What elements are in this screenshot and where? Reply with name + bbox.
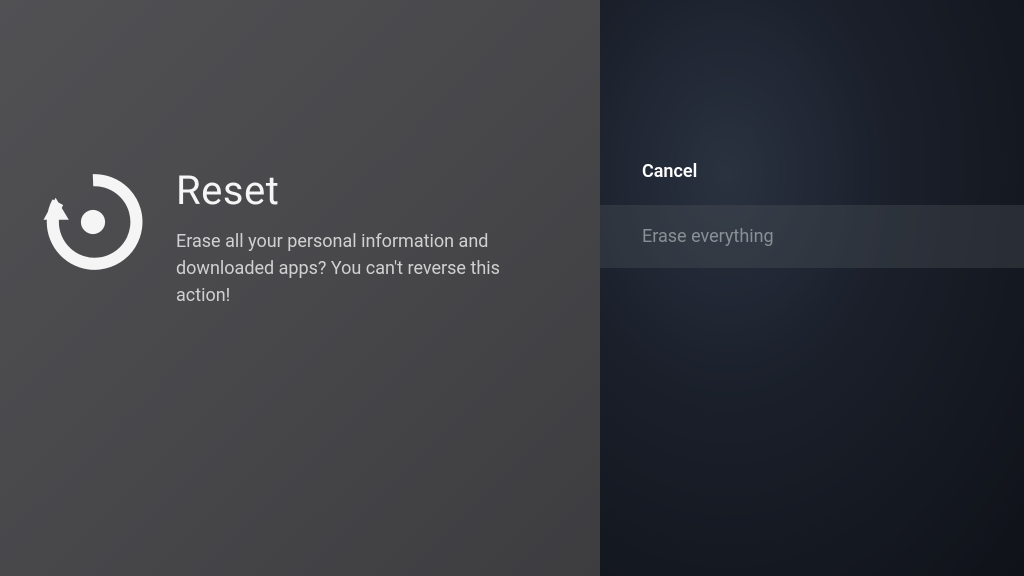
reset-content: Reset Erase all your personal informatio… xyxy=(38,167,536,309)
reset-icon xyxy=(38,167,148,277)
page-description: Erase all your personal information and … xyxy=(176,228,536,309)
erase-everything-button[interactable]: Erase everything xyxy=(600,205,1024,268)
cancel-button[interactable]: Cancel xyxy=(600,140,1024,203)
options-panel: Cancel Erase everything xyxy=(600,0,1024,576)
info-panel: Reset Erase all your personal informatio… xyxy=(0,0,600,576)
page-title: Reset xyxy=(176,167,536,214)
reset-text-block: Reset Erase all your personal informatio… xyxy=(176,167,536,309)
